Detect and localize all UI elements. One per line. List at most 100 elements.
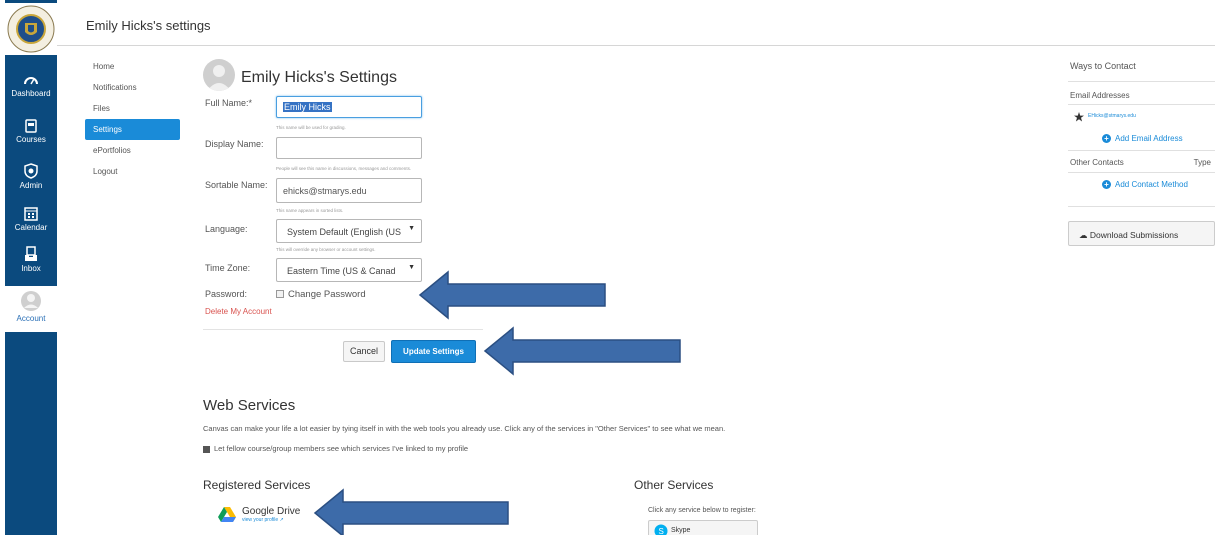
star-icon [1074, 112, 1084, 122]
courses-icon [25, 119, 37, 133]
ways-to-contact-title: Ways to Contact [1070, 61, 1136, 71]
sortable-name-value: ehicks@stmarys.edu [283, 186, 367, 196]
google-drive-icon [218, 507, 236, 522]
cloud-download-icon: ☁ [1079, 230, 1088, 240]
share-services-label: Let fellow course/group members see whic… [214, 444, 469, 453]
nav-dashboard[interactable]: Dashboard [5, 73, 57, 98]
subnav-home[interactable]: Home [85, 56, 180, 77]
page-title: Emily Hicks's settings [86, 18, 211, 33]
download-submissions-button[interactable]: ☁ Download Submissions [1068, 221, 1215, 246]
language-value: System Default (English (US [287, 227, 402, 237]
settings-subnav: Home Notifications Files Settings ePortf… [85, 56, 180, 182]
change-password-label: Change Password [288, 289, 366, 300]
language-select[interactable]: System Default (English (US ▼ [276, 219, 422, 243]
add-contact-label: Add Contact Method [1115, 180, 1188, 189]
profile-heading: Emily Hicks's Settings [203, 59, 397, 91]
language-label: Language: [205, 224, 248, 234]
display-name-label: Display Name: [205, 139, 264, 149]
chevron-down-icon: ▼ [408, 225, 415, 232]
nav-label: Calendar [14, 223, 48, 232]
inbox-icon [25, 246, 37, 261]
nav-account[interactable]: Account [5, 286, 57, 332]
external-link-icon: ↗ [279, 517, 284, 523]
admin-icon [24, 163, 38, 179]
full-name-value: Emily Hicks [283, 102, 332, 112]
email-address-link[interactable]: EHicks@stmarys.edu [1088, 113, 1136, 119]
nav-inbox[interactable]: Inbox [5, 246, 57, 273]
type-heading: Type [1193, 158, 1211, 167]
annotation-arrow-update [483, 326, 681, 376]
subnav-notifications[interactable]: Notifications [85, 77, 180, 98]
add-email-button[interactable]: + Add Email Address [1102, 134, 1183, 143]
sortable-name-label: Sortable Name: [205, 180, 268, 190]
full-name-hint: This name will be used for grading. [276, 125, 346, 130]
time-zone-select[interactable]: Eastern Time (US & Canad ▼ [276, 258, 422, 282]
avatar[interactable] [203, 59, 235, 91]
download-submissions-label: Download Submissions [1089, 230, 1179, 240]
chevron-down-icon: ▼ [408, 264, 415, 271]
sortable-name-field[interactable]: ehicks@stmarys.edu [276, 178, 422, 203]
subnav-eportfolios[interactable]: ePortfolios [85, 140, 180, 161]
nav-label: Account [16, 314, 46, 323]
page-header: Emily Hicks's settings [57, 0, 1215, 46]
nav-calendar[interactable]: Calendar [5, 205, 57, 232]
delete-account-link[interactable]: Delete My Account [205, 307, 272, 316]
university-seal-icon [7, 5, 55, 53]
time-zone-label: Time Zone: [205, 263, 251, 273]
google-drive-service[interactable]: Google Drive view your profile ↗ [218, 506, 300, 523]
settings-heading: Emily Hicks's Settings [241, 69, 397, 86]
update-settings-button[interactable]: Update Settings [391, 340, 476, 363]
nav-label: Courses [16, 135, 46, 144]
panel-divider [1068, 150, 1215, 151]
full-name-field[interactable]: Emily Hicks [276, 96, 422, 118]
view-profile-link[interactable]: view your profile ↗ [242, 517, 300, 523]
panel-divider [1068, 81, 1215, 82]
panel-divider [1068, 104, 1215, 105]
view-profile-text: view your profile [242, 517, 279, 523]
nav-label: Inbox [21, 264, 41, 273]
plus-icon: + [1102, 180, 1111, 189]
add-contact-method-button[interactable]: + Add Contact Method [1102, 180, 1188, 189]
display-name-field[interactable] [276, 137, 422, 159]
email-addresses-heading: Email Addresses [1070, 91, 1130, 100]
nav-admin[interactable]: Admin [5, 163, 57, 190]
calendar-icon [24, 207, 38, 221]
add-email-label: Add Email Address [1115, 134, 1183, 143]
sortable-name-hint: This name appears in sorted lists. [276, 208, 344, 213]
google-drive-name: Google Drive [242, 506, 301, 517]
display-name-hint: People will see this name in discussions… [276, 166, 412, 171]
change-password-checkbox[interactable] [276, 290, 284, 299]
panel-divider [1068, 206, 1215, 207]
annotation-arrow-password [418, 270, 606, 320]
svg-text:S: S [659, 527, 664, 535]
account-icon [21, 291, 41, 311]
user-avatar-icon [207, 65, 231, 91]
share-services-row[interactable]: Let fellow course/group members see whic… [203, 444, 468, 453]
subnav-settings[interactable]: Settings [85, 119, 180, 140]
skype-label: Skype [671, 527, 691, 534]
change-password-row[interactable]: Change Password [276, 289, 366, 300]
web-services-title: Web Services [203, 397, 296, 414]
cancel-button[interactable]: Cancel [343, 341, 385, 362]
other-services-title: Other Services [634, 478, 714, 492]
web-services-description: Canvas can make your life a lot easier b… [203, 424, 726, 433]
subnav-files[interactable]: Files [85, 98, 180, 119]
language-hint: This will override any browser or accoun… [276, 247, 376, 252]
nav-label: Admin [19, 181, 43, 190]
full-name-label: Full Name:* [205, 98, 253, 108]
form-divider [203, 329, 483, 330]
nav-courses[interactable]: Courses [5, 119, 57, 144]
subnav-logout[interactable]: Logout [85, 161, 180, 182]
nav-label: Dashboard [11, 89, 51, 98]
time-zone-value: Eastern Time (US & Canad [287, 266, 396, 276]
university-logo[interactable] [5, 3, 57, 55]
password-label: Password: [205, 289, 248, 299]
skype-service-button[interactable]: S Skype [648, 520, 758, 535]
annotation-arrow-google-drive [313, 488, 509, 535]
plus-icon: + [1102, 134, 1111, 143]
other-contacts-heading: Other Contacts [1070, 158, 1124, 167]
panel-divider [1068, 172, 1215, 173]
registered-services-title: Registered Services [203, 478, 311, 492]
share-services-checkbox[interactable] [203, 445, 210, 453]
skype-icon: S [654, 524, 668, 535]
